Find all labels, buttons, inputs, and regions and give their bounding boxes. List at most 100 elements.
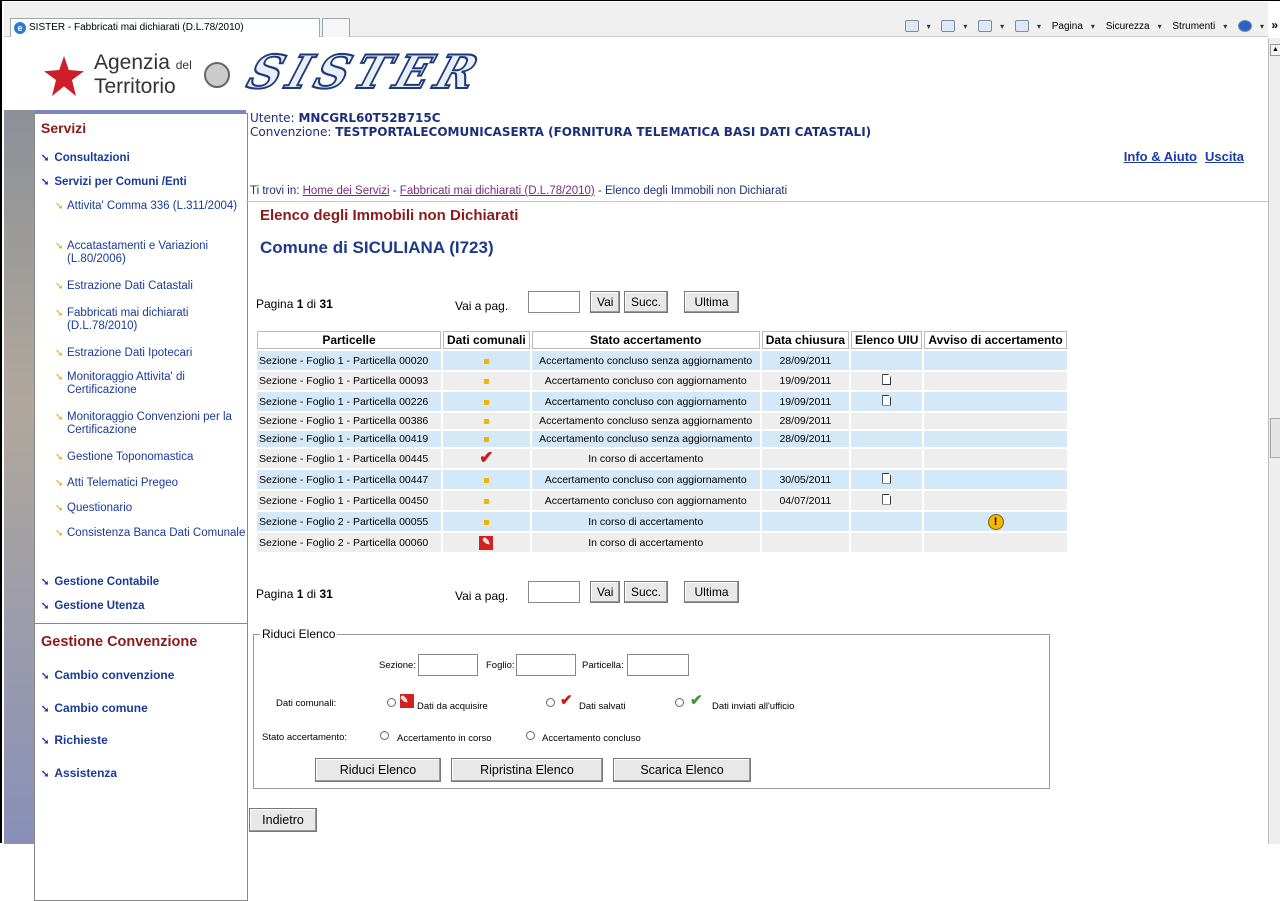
square-icon[interactable]	[483, 399, 489, 405]
edit-icon[interactable]: ✎	[479, 535, 494, 550]
dati-comunali-cell[interactable]	[443, 411, 530, 429]
sidebar-item-richieste[interactable]: ➘ Richieste	[41, 733, 108, 747]
pagina-menu[interactable]: Pagina	[1052, 21, 1083, 32]
browser-tab[interactable]: e SISTER - Fabbricati mai dichiarati (D.…	[10, 18, 320, 37]
mail-icon[interactable]	[978, 20, 993, 32]
chevron-more-icon[interactable]: »	[1271, 18, 1278, 32]
square-icon[interactable]	[483, 437, 489, 442]
breadcrumb-fabbricati[interactable]: Fabbricati mai dichiarati (D.L.78/2010)	[400, 185, 595, 197]
radio-accertamento-corso[interactable]	[380, 731, 389, 740]
avviso-cell[interactable]: !	[924, 510, 1067, 531]
square-icon[interactable]	[483, 498, 489, 504]
square-icon[interactable]	[483, 358, 489, 364]
radio-accertamento-concluso[interactable]	[526, 731, 535, 740]
square-icon[interactable]	[483, 379, 489, 384]
feeds-icon[interactable]	[941, 20, 956, 32]
dati-comunali-cell[interactable]	[443, 390, 530, 411]
vai-button[interactable]: Vai	[590, 581, 621, 603]
stato-accertamento-label: Stato accertamento:	[262, 732, 348, 743]
sidebar-sub-accatastamenti[interactable]: ➘ Accatastamenti e Variazioni (L.80/2006)	[55, 240, 247, 266]
vai-button[interactable]: Vai	[590, 291, 621, 313]
dati-comunali-cell[interactable]	[443, 349, 530, 370]
sidebar-item-cambio-comune[interactable]: ➘ Cambio comune	[41, 701, 148, 715]
uscita-link[interactable]: Uscita	[1205, 149, 1244, 164]
tab-title: SISTER - Fabbricati mai dichiarati (D.L.…	[29, 22, 244, 33]
sicurezza-menu[interactable]: Sicurezza	[1106, 21, 1150, 32]
help-icon[interactable]	[1237, 20, 1252, 32]
goto-page-input[interactable]	[528, 581, 580, 603]
radio-dati-inviati[interactable]	[675, 698, 684, 707]
square-icon[interactable]	[483, 419, 489, 424]
sidebar-sub-pregeo[interactable]: ➘ Atti Telematici Pregeo	[55, 477, 247, 490]
elenco-uiu-cell[interactable]	[851, 489, 923, 510]
elenco-uiu-cell[interactable]	[851, 468, 923, 489]
red-check-icon[interactable]: ✔	[479, 448, 493, 467]
new-tab-button[interactable]	[322, 18, 350, 37]
sidebar-sub-consistenza[interactable]: ➘ Consistenza Banca Dati Comunale	[55, 527, 247, 540]
succ-button[interactable]: Succ.	[624, 291, 669, 313]
scroll-thumb[interactable]	[1270, 418, 1280, 458]
scarica-elenco-button[interactable]: Scarica Elenco	[613, 758, 751, 782]
square-icon[interactable]	[483, 519, 489, 525]
dati-comunali-cell[interactable]	[443, 489, 530, 510]
sidebar-sub-toponomastica[interactable]: ➘ Gestione Toponomastica	[55, 451, 247, 464]
ripristina-elenco-button[interactable]: Ripristina Elenco	[451, 758, 603, 782]
sidebar-sub-monitoraggio-convenzioni[interactable]: ➘ Monitoraggio Convenzioni per la Certifi…	[55, 411, 247, 437]
square-icon[interactable]	[483, 477, 489, 483]
dati-comunali-cell[interactable]	[443, 429, 530, 447]
document-icon[interactable]	[882, 374, 892, 385]
sidebar-item-contabile[interactable]: ➘ Gestione Contabile	[41, 576, 159, 588]
document-icon[interactable]	[882, 394, 892, 406]
document-icon[interactable]	[882, 493, 892, 505]
avviso-cell	[924, 447, 1067, 468]
particella-input[interactable]	[627, 654, 689, 676]
print-icon[interactable]	[1014, 20, 1029, 32]
home-icon[interactable]	[904, 20, 919, 32]
sidebar-sub-comma-336[interactable]: ➘ Attivita' Comma 336 (L.311/2004)	[55, 200, 247, 213]
particella-cell: Sezione - Foglio 2 - Particella 00060	[257, 531, 441, 552]
divider	[246, 201, 1268, 202]
radio-dati-salvati[interactable]	[546, 698, 555, 707]
succ-button[interactable]: Succ.	[624, 581, 669, 603]
agenzia-logo[interactable]: Agenzia del Territorio	[44, 50, 244, 100]
sidebar-item-consultazioni[interactable]: ➘ Consultazioni	[41, 152, 130, 164]
dati-comunali-cell[interactable]	[443, 510, 530, 531]
sidebar-item-cambio-convenzione[interactable]: ➘ Cambio convenzione	[41, 668, 174, 682]
vertical-scrollbar[interactable]: ▲	[1268, 38, 1280, 844]
sidebar-item-servizi-comuni[interactable]: ➘ Servizi per Comuni /Enti	[41, 176, 187, 188]
sidebar-sub-estrazione-ipotecari[interactable]: ➘ Estrazione Dati Ipotecari	[55, 347, 247, 360]
goto-label: Vai a pag.	[455, 589, 509, 603]
sezione-input[interactable]	[418, 654, 478, 676]
sidebar-sub-questionario[interactable]: ➘ Questionario	[55, 502, 247, 515]
riduci-elenco-button[interactable]: Riduci Elenco	[315, 758, 441, 782]
ultima-button[interactable]: Ultima	[684, 581, 739, 603]
dati-comunali-cell[interactable]: ✔	[443, 447, 530, 468]
elenco-uiu-cell[interactable]	[851, 370, 923, 390]
goto-page-input[interactable]	[528, 291, 580, 313]
ultima-button[interactable]: Ultima	[684, 291, 739, 313]
sidebar-sub-fabbricati[interactable]: ➘ Fabbricati mai dichiarati (D.L.78/2010)	[55, 307, 247, 333]
elenco-uiu-cell[interactable]	[851, 390, 923, 411]
scroll-up-icon[interactable]: ▲	[1270, 44, 1280, 56]
warning-icon[interactable]: !	[987, 513, 1004, 530]
sidebar-sub-estrazione-catastali[interactable]: ➘ Estrazione Dati Catastali	[55, 280, 247, 293]
radio-dati-acquisire[interactable]	[387, 698, 396, 707]
sidebar-item-assistenza[interactable]: ➘ Assistenza	[41, 766, 117, 780]
col-dati-comunali: Dati comunali	[443, 331, 530, 349]
particella-cell: Sezione - Foglio 2 - Particella 00055	[257, 510, 441, 531]
foglio-label: Foglio:	[486, 660, 515, 671]
dati-comunali-cell[interactable]	[443, 468, 530, 489]
dati-salvati-label: Dati salvati	[579, 701, 626, 712]
info-aiuto-link[interactable]: Info & Aiuto	[1124, 149, 1197, 164]
sidebar-item-utenza[interactable]: ➘ Gestione Utenza	[41, 600, 145, 612]
command-bar: ▾ ▾ ▾ ▾ Pagina ▾ Sicurezza ▾ Strumenti ▾ ▾ …	[897, 18, 1278, 32]
dati-comunali-cell[interactable]	[443, 370, 530, 390]
foglio-input[interactable]	[516, 654, 576, 676]
strumenti-menu[interactable]: Strumenti	[1172, 21, 1215, 32]
indietro-button[interactable]: Indietro	[249, 808, 317, 832]
document-icon[interactable]	[882, 472, 892, 484]
sidebar-sub-monitoraggio-attivita[interactable]: ➘ Monitoraggio Attivita' di Certificazion…	[55, 371, 247, 397]
elenco-uiu-cell	[851, 349, 923, 370]
breadcrumb-home[interactable]: Home dei Servizi	[303, 185, 390, 197]
dati-comunali-cell[interactable]: ✎	[443, 531, 530, 552]
